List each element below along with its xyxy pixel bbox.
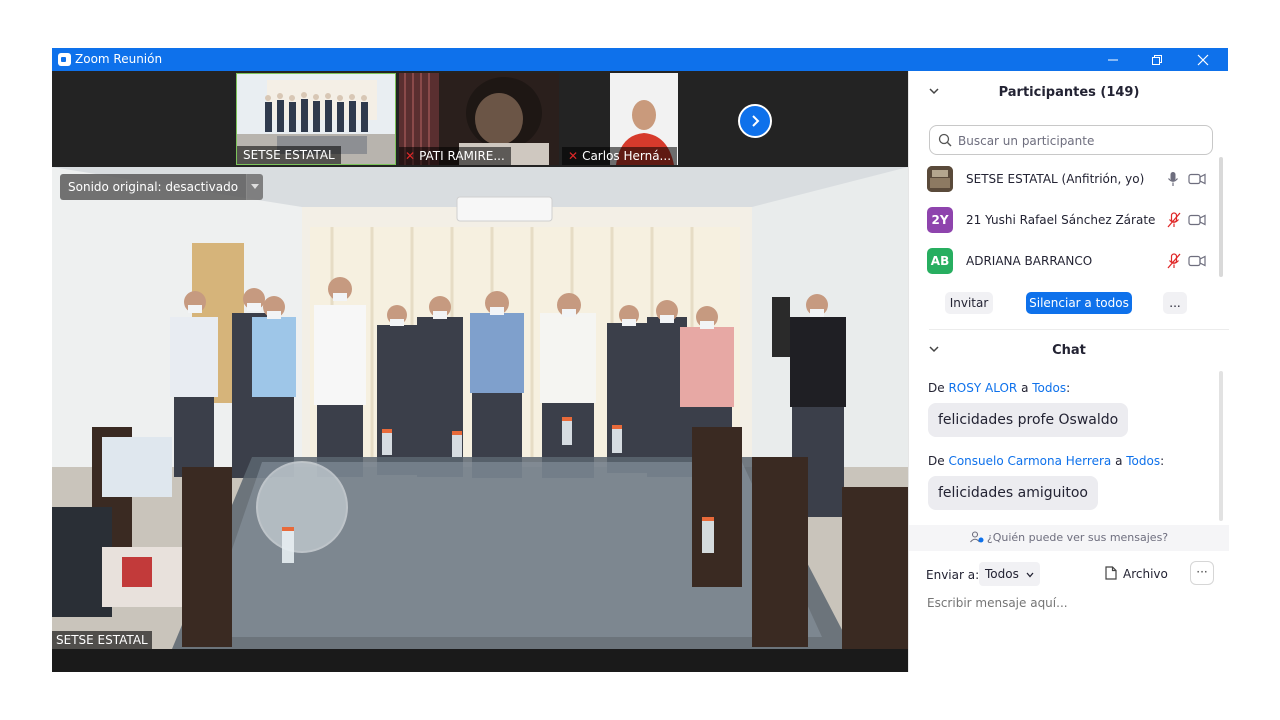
search-icon [938, 133, 952, 147]
avatar: 2Y [927, 207, 953, 233]
to-word: a [1021, 381, 1029, 395]
meeting-room-video-image [52, 167, 908, 649]
chat-title: Chat [1052, 343, 1086, 358]
main-video: Sonido original: desactivado SETSE ESTAT… [52, 167, 908, 649]
close-icon [1197, 54, 1209, 65]
muted-mic-icon: ✕ [405, 149, 416, 163]
video-camera-icon[interactable] [1188, 255, 1206, 267]
avatar-photo-image [927, 166, 953, 192]
participants-title: Participantes (149) [998, 85, 1140, 100]
video-camera-icon[interactable] [1188, 173, 1206, 185]
from-prefix: De [928, 381, 945, 395]
chevron-down-icon [1026, 572, 1034, 578]
minimize-button[interactable] [1090, 48, 1136, 71]
caret-down-icon [251, 184, 260, 189]
thumbnail-label: ✕ PATI RAMIRE... [399, 147, 511, 165]
chat-recipient[interactable]: Todos [1032, 381, 1066, 395]
minimize-icon [1108, 59, 1118, 60]
invite-button[interactable]: Invitar [945, 292, 993, 314]
microphone-muted-icon[interactable] [1167, 253, 1181, 269]
chat-message-header: De Consuelo Carmona Herrera a Todos: [928, 454, 1165, 468]
mute-all-button[interactable]: Silenciar a todos [1026, 292, 1132, 314]
thumbnail-name: PATI RAMIRE... [419, 149, 505, 163]
restore-icon [1152, 54, 1162, 65]
microphone-muted-icon[interactable] [1167, 212, 1181, 228]
thumbnail-strip: SETSE ESTATAL ✕ PATI RAMIRE... ✕ Carlos … [52, 71, 908, 167]
chat-recipient[interactable]: Todos [1126, 454, 1160, 468]
participant-name: 21 Yushi Rafael Sánchez Zárate [966, 213, 1156, 227]
from-prefix: De [928, 454, 945, 468]
participant-search-box[interactable] [929, 125, 1213, 155]
zoom-logo-icon [58, 53, 71, 66]
more-participants-button[interactable]: ... [1163, 292, 1187, 314]
chat-message-bubble: felicidades profe Oswaldo [928, 403, 1129, 437]
restore-button[interactable] [1134, 48, 1180, 71]
video-camera-icon[interactable] [1188, 214, 1206, 226]
participant-row[interactable]: 2Y 21 Yushi Rafael Sánchez Zárate [927, 201, 1217, 239]
send-to-label: Enviar a: [926, 568, 980, 582]
zoom-window: Zoom Reunión SETSE ESTATAL ✕ PATI RAMIRE… [52, 48, 1229, 672]
next-page-button[interactable] [738, 104, 772, 138]
participants-scrollbar[interactable] [1219, 157, 1223, 277]
microphone-icon[interactable] [1167, 171, 1179, 187]
close-button[interactable] [1180, 48, 1226, 71]
video-thumbnail-setse[interactable]: SETSE ESTATAL [236, 73, 396, 165]
participant-row[interactable]: AB ADRIANA BARRANCO [927, 242, 1217, 280]
video-bottom-bar [52, 649, 908, 672]
to-word: a [1115, 454, 1123, 468]
thumbnail-label: ✕ Carlos Herná... [562, 147, 678, 165]
video-thumbnail-pati[interactable]: ✕ PATI RAMIRE... [399, 73, 559, 165]
video-area: SETSE ESTATAL ✕ PATI RAMIRE... ✕ Carlos … [52, 71, 908, 672]
original-sound-dropdown[interactable] [246, 174, 264, 200]
side-panel: Participantes (149) SETSE ESTATAL (Anfit… [908, 71, 1229, 672]
thumbnail-name: Carlos Herná... [582, 149, 672, 163]
chevron-right-icon [752, 115, 760, 127]
thumbnail-label: SETSE ESTATAL [237, 146, 341, 164]
send-to-value: Todos [985, 567, 1019, 581]
file-label: Archivo [1123, 567, 1168, 581]
window-title: Zoom Reunión [75, 52, 163, 66]
original-sound-label: Sonido original: desactivado [60, 174, 247, 200]
who-can-see-messages-link[interactable]: ¿Quién puede ver sus mensajes? [909, 525, 1229, 551]
chat-scrollbar[interactable] [1219, 371, 1223, 521]
muted-mic-icon: ✕ [568, 149, 579, 163]
chat-message-bubble: felicidades amiguitoo [928, 476, 1098, 510]
participants-header: Participantes (149) [909, 71, 1229, 115]
participant-search-input[interactable] [956, 130, 1210, 152]
chat-message-header: De ROSY ALOR a Todos: [928, 381, 1071, 395]
avatar: AB [927, 248, 953, 274]
title-bar: Zoom Reunión [52, 48, 1228, 71]
chat-header: Chat [909, 329, 1229, 373]
chat-message-input[interactable] [925, 591, 1219, 615]
file-button[interactable]: Archivo [1105, 564, 1168, 584]
send-to-dropdown[interactable]: Todos [979, 562, 1040, 586]
chat-more-button[interactable]: ··· [1190, 561, 1214, 585]
original-sound-toggle[interactable]: Sonido original: desactivado [60, 174, 264, 200]
chat-sender[interactable]: ROSY ALOR [948, 381, 1017, 395]
avatar [927, 166, 953, 192]
person-info-icon [969, 531, 984, 543]
video-thumbnail-carlos[interactable]: ✕ Carlos Herná... [562, 73, 722, 165]
who-sees-text: ¿Quién puede ver sus mensajes? [986, 531, 1169, 544]
participant-name: SETSE ESTATAL (Anfitrión, yo) [966, 172, 1145, 186]
chat-sender[interactable]: Consuelo Carmona Herrera [948, 454, 1111, 468]
file-icon [1105, 566, 1117, 580]
participant-name: ADRIANA BARRANCO [966, 254, 1093, 268]
participant-row[interactable]: SETSE ESTATAL (Anfitrión, yo) [927, 160, 1217, 198]
main-speaker-label: SETSE ESTATAL [52, 631, 152, 649]
